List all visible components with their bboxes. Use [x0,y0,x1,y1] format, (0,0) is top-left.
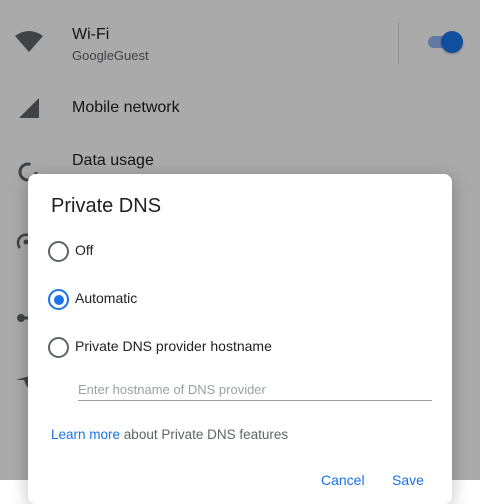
hostname-input[interactable] [78,378,432,401]
learn-more-text: Learn more about Private DNS features [51,427,288,442]
learn-more-rest: about Private DNS features [120,427,289,442]
private-dns-dialog: Private DNS Off Automatic Private DNS pr… [28,174,452,504]
radio-automatic[interactable] [48,289,69,310]
option-off-label: Off [75,242,94,258]
option-provider-hostname-label: Private DNS provider hostname [75,338,272,354]
save-button[interactable]: Save [392,472,424,488]
learn-more-link[interactable]: Learn more [51,427,120,442]
radio-off[interactable] [48,241,69,262]
option-off[interactable]: Off [48,239,428,265]
cancel-button[interactable]: Cancel [321,472,365,488]
dialog-title: Private DNS [51,195,162,217]
option-automatic[interactable]: Automatic [48,287,428,313]
radio-provider-hostname[interactable] [48,337,69,358]
option-automatic-label: Automatic [75,290,138,306]
option-provider-hostname[interactable]: Private DNS provider hostname [48,335,428,361]
